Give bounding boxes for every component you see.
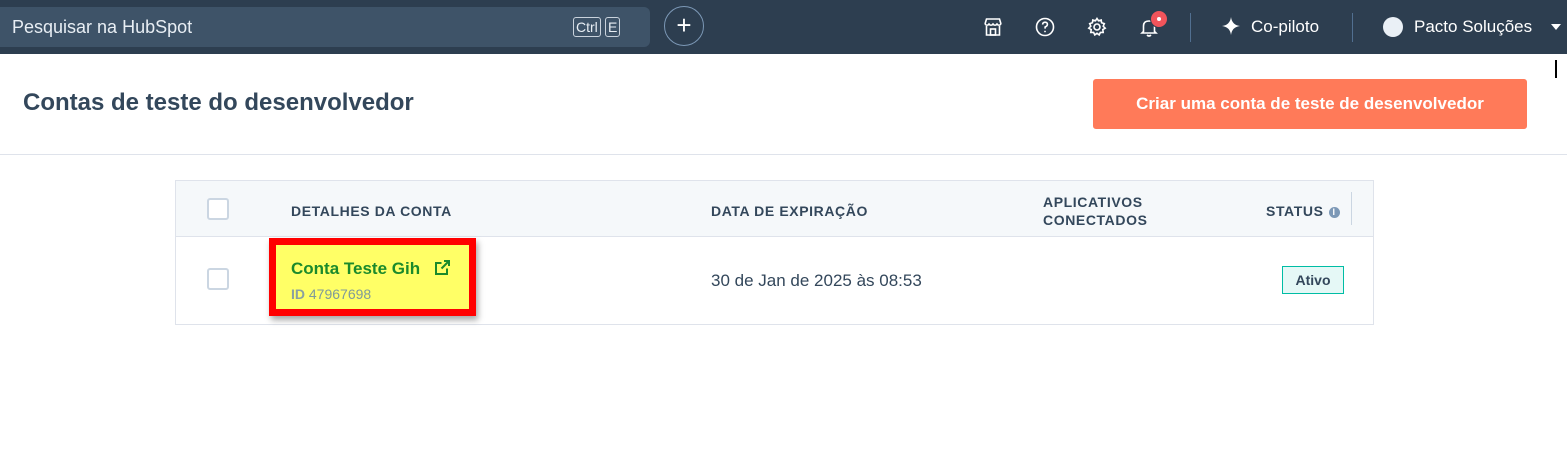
search-bar[interactable]: . Pesquisar na HubSpot Ctrl E (0, 7, 650, 47)
top-navigation-bar: . Pesquisar na HubSpot Ctrl E + Co-pilot… (0, 0, 1567, 54)
notification-badge (1150, 10, 1168, 28)
divider (1352, 13, 1353, 42)
account-id-label: ID (291, 286, 305, 302)
avatar[interactable] (1383, 17, 1403, 37)
account-id-value: 47967698 (308, 286, 372, 302)
account-menu[interactable]: Pacto Soluções (1414, 17, 1532, 37)
column-header-status[interactable]: STATUS i (1266, 203, 1340, 219)
marketplace-icon[interactable] (981, 15, 1005, 39)
search-input[interactable]: Pesquisar na HubSpot (12, 17, 192, 38)
help-icon[interactable] (1033, 15, 1057, 39)
header-divider (0, 154, 1567, 155)
shortcut-ctrl-key: Ctrl (573, 17, 601, 37)
shortcut-e-key: E (605, 17, 621, 37)
create-new-button[interactable]: + (664, 6, 704, 46)
accounts-table: DETALHES DA CONTA DATA DE EXPIRAÇÃO APLI… (175, 180, 1374, 325)
copilot-button[interactable]: Co-piloto (1251, 17, 1319, 37)
status-badge: Ativo (1282, 266, 1344, 294)
column-divider (1351, 192, 1352, 225)
account-id: ID 47967698 (291, 286, 371, 302)
external-link-icon[interactable] (434, 259, 451, 276)
create-test-account-button[interactable]: Criar uma conta de teste de desenvolvedo… (1093, 79, 1527, 129)
gear-icon[interactable] (1085, 15, 1109, 39)
info-icon[interactable]: i (1328, 207, 1340, 218)
table-header: DETALHES DA CONTA DATA DE EXPIRAÇÃO APLI… (176, 181, 1373, 237)
column-header-details[interactable]: DETALHES DA CONTA (291, 203, 452, 219)
chevron-down-icon[interactable] (1551, 24, 1561, 30)
copilot-sparkle-icon[interactable] (1221, 16, 1241, 36)
expiry-date: 30 de Jan de 2025 às 08:53 (711, 271, 922, 290)
text-cursor (1555, 60, 1557, 78)
divider (1190, 13, 1191, 42)
row-checkbox[interactable] (207, 268, 229, 290)
plus-icon: + (676, 10, 692, 40)
column-header-expiry[interactable]: DATA DE EXPIRAÇÃO (711, 203, 868, 219)
column-header-status-label: STATUS (1266, 203, 1324, 219)
account-name-link[interactable]: Conta Teste Gih (291, 259, 420, 279)
page-title: Contas de teste do desenvolvedor (23, 89, 414, 116)
select-all-checkbox[interactable] (207, 198, 229, 220)
column-header-apps[interactable]: APLICATIVOS CONECTADOS (1043, 193, 1183, 229)
